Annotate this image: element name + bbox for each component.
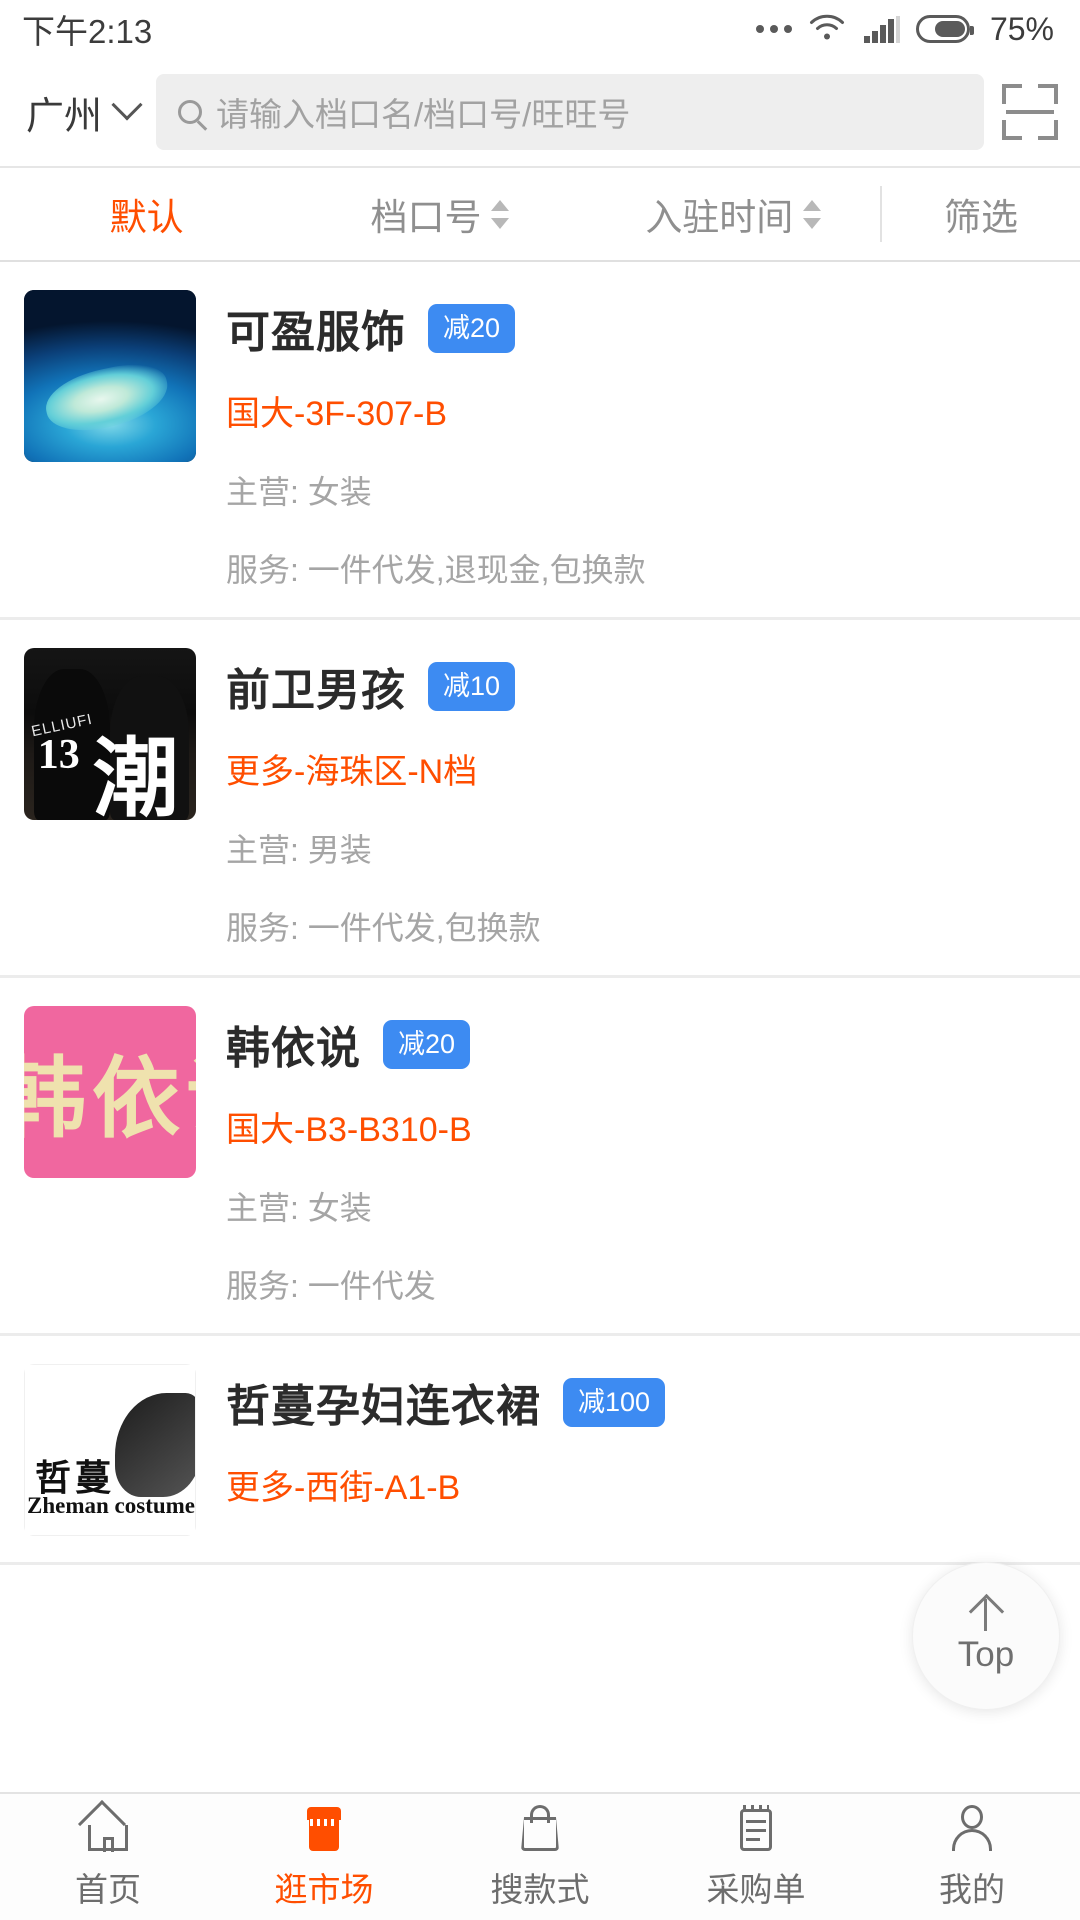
arrow-up-icon	[969, 1597, 1003, 1631]
bag-icon	[515, 1803, 565, 1853]
shop-name: 可盈服饰	[226, 308, 406, 357]
status-indicators: 75%	[755, 10, 1054, 48]
search-input[interactable]: 请输入档口名/档口号/旺旺号	[156, 74, 984, 150]
tab-mine[interactable]: 我的	[864, 1794, 1080, 1920]
battery-percent: 75%	[989, 10, 1054, 47]
shop-name: 哲蔓孕妇连衣裙	[226, 1382, 541, 1431]
order-icon	[731, 1803, 781, 1853]
status-time: 下午2:13	[22, 13, 153, 50]
shop-image: 韩依说	[24, 1006, 196, 1178]
chevron-down-icon	[111, 89, 143, 121]
shop-image-subtext: Zheman costume	[27, 1493, 196, 1518]
sort-tab-label: 档口号	[370, 197, 482, 238]
shop-name: 韩依说	[226, 1024, 361, 1073]
list-item[interactable]: ELLIUFI 13 潮 前卫男孩 减10 更多-海珠区-N档 主营: 男装 服…	[0, 620, 1080, 978]
tab-label: 搜款式	[490, 1871, 590, 1908]
shop-image: 哲蔓 Zheman costume	[24, 1364, 196, 1536]
shop-services: 服务: 一件代发,包换款	[226, 910, 541, 946]
status-bar: 下午2:13 75%	[0, 0, 1080, 58]
shop-thumbnail[interactable]: 哲蔓 Zheman costume	[24, 1364, 196, 1536]
shop-name-row: 哲蔓孕妇连衣裙 减100	[226, 1370, 1054, 1434]
sort-arrows-icon	[803, 199, 822, 229]
list-item[interactable]: 哲蔓 Zheman costume 哲蔓孕妇连衣裙 减100 更多-西街-A1-…	[0, 1336, 1080, 1565]
scan-code-icon[interactable]	[1002, 84, 1058, 140]
tab-label: 采购单	[706, 1871, 806, 1908]
discount-badge: 减10	[428, 661, 516, 711]
search-placeholder: 请输入档口名/档口号/旺旺号	[216, 96, 631, 133]
search-icon	[178, 100, 203, 124]
signal-icon	[863, 16, 900, 43]
shop-image: ELLIUFI 13 潮	[24, 648, 196, 820]
shop-image	[24, 290, 196, 462]
shop-info: 哲蔓孕妇连衣裙 减100 更多-西街-A1-B	[226, 1364, 1054, 1536]
shop-address[interactable]: 更多-海珠区-N档	[226, 744, 1054, 793]
shop-name: 前卫男孩	[226, 666, 406, 715]
shop-category: 主营: 女装	[226, 1190, 372, 1226]
more-dots-icon	[755, 25, 792, 33]
sort-bar: 默认 档口号 入驻时间 筛选	[0, 166, 1080, 262]
shop-address[interactable]: 国大-B3-B310-B	[226, 1102, 1054, 1151]
list-item[interactable]: 韩依说 韩依说 减20 国大-B3-B310-B 主营: 女装 服务: 一件代发	[0, 978, 1080, 1336]
filter-button[interactable]: 筛选	[879, 186, 1080, 242]
list-item[interactable]: 可盈服饰 减20 国大-3F-307-B 主营: 女装 服务: 一件代发,退现金…	[0, 262, 1080, 620]
shop-services: 服务: 一件代发	[226, 1268, 436, 1304]
shop-info: 韩依说 减20 国大-B3-B310-B 主营: 女装 服务: 一件代发	[226, 1006, 1054, 1307]
shop-name-row: 可盈服饰 减20	[226, 296, 1054, 360]
tab-search-style[interactable]: 搜款式	[432, 1794, 648, 1920]
sort-tab-label: 入驻时间	[645, 197, 794, 238]
sort-tab-stall-no[interactable]: 档口号	[293, 168, 586, 260]
tab-label: 首页	[75, 1871, 141, 1908]
discount-badge: 减20	[383, 1019, 471, 1069]
discount-badge: 减20	[428, 303, 516, 353]
shop-image-text: 韩依说	[24, 1052, 196, 1149]
shop-address[interactable]: 更多-西街-A1-B	[226, 1460, 1054, 1509]
city-label: 广州	[26, 95, 103, 138]
shop-name-row: 前卫男孩 减10	[226, 654, 1054, 718]
wifi-icon	[809, 14, 844, 40]
battery-icon	[915, 15, 974, 43]
shop-thumbnail[interactable]: 韩依说	[24, 1006, 196, 1178]
bottom-tab-bar: 首页 逛市场 搜款式 采购单 我的	[0, 1792, 1080, 1920]
sort-tab-default[interactable]: 默认	[0, 168, 293, 260]
back-to-top-label: Top	[957, 1635, 1015, 1674]
shop-icon	[299, 1803, 349, 1853]
search-header: 广州 请输入档口名/档口号/旺旺号	[0, 58, 1080, 166]
tab-label: 我的	[939, 1871, 1005, 1908]
sort-tab-label: 默认	[109, 197, 184, 238]
tab-purchase-order[interactable]: 采购单	[648, 1794, 864, 1920]
user-icon	[947, 1803, 997, 1853]
home-icon	[77, 1799, 133, 1853]
shop-list[interactable]: 可盈服饰 减20 国大-3F-307-B 主营: 女装 服务: 一件代发,退现金…	[0, 262, 1080, 1792]
shop-services: 服务: 一件代发,退现金,包换款	[226, 552, 646, 588]
shop-info: 可盈服饰 减20 国大-3F-307-B 主营: 女装 服务: 一件代发,退现金…	[226, 290, 1054, 591]
discount-badge: 减100	[563, 1377, 666, 1427]
shop-image-text: 潮	[92, 731, 179, 820]
sort-arrows-icon	[491, 199, 510, 229]
shop-name-row: 韩依说 减20	[226, 1012, 1054, 1076]
tab-home[interactable]: 首页	[0, 1794, 216, 1920]
filter-label: 筛选	[943, 197, 1018, 238]
tab-label: 逛市场	[274, 1871, 374, 1908]
tab-market[interactable]: 逛市场	[216, 1794, 432, 1920]
shop-info: 前卫男孩 减10 更多-海珠区-N档 主营: 男装 服务: 一件代发,包换款	[226, 648, 1054, 949]
shop-address[interactable]: 国大-3F-307-B	[226, 386, 1054, 435]
shop-category: 主营: 男装	[226, 832, 372, 868]
shop-thumbnail[interactable]: ELLIUFI 13 潮	[24, 648, 196, 820]
back-to-top-button[interactable]: Top	[912, 1562, 1060, 1710]
shop-thumbnail[interactable]	[24, 290, 196, 462]
shop-category: 主营: 女装	[226, 474, 372, 510]
city-selector[interactable]: 广州	[26, 85, 143, 140]
sort-tab-join-time[interactable]: 入驻时间	[587, 168, 880, 260]
